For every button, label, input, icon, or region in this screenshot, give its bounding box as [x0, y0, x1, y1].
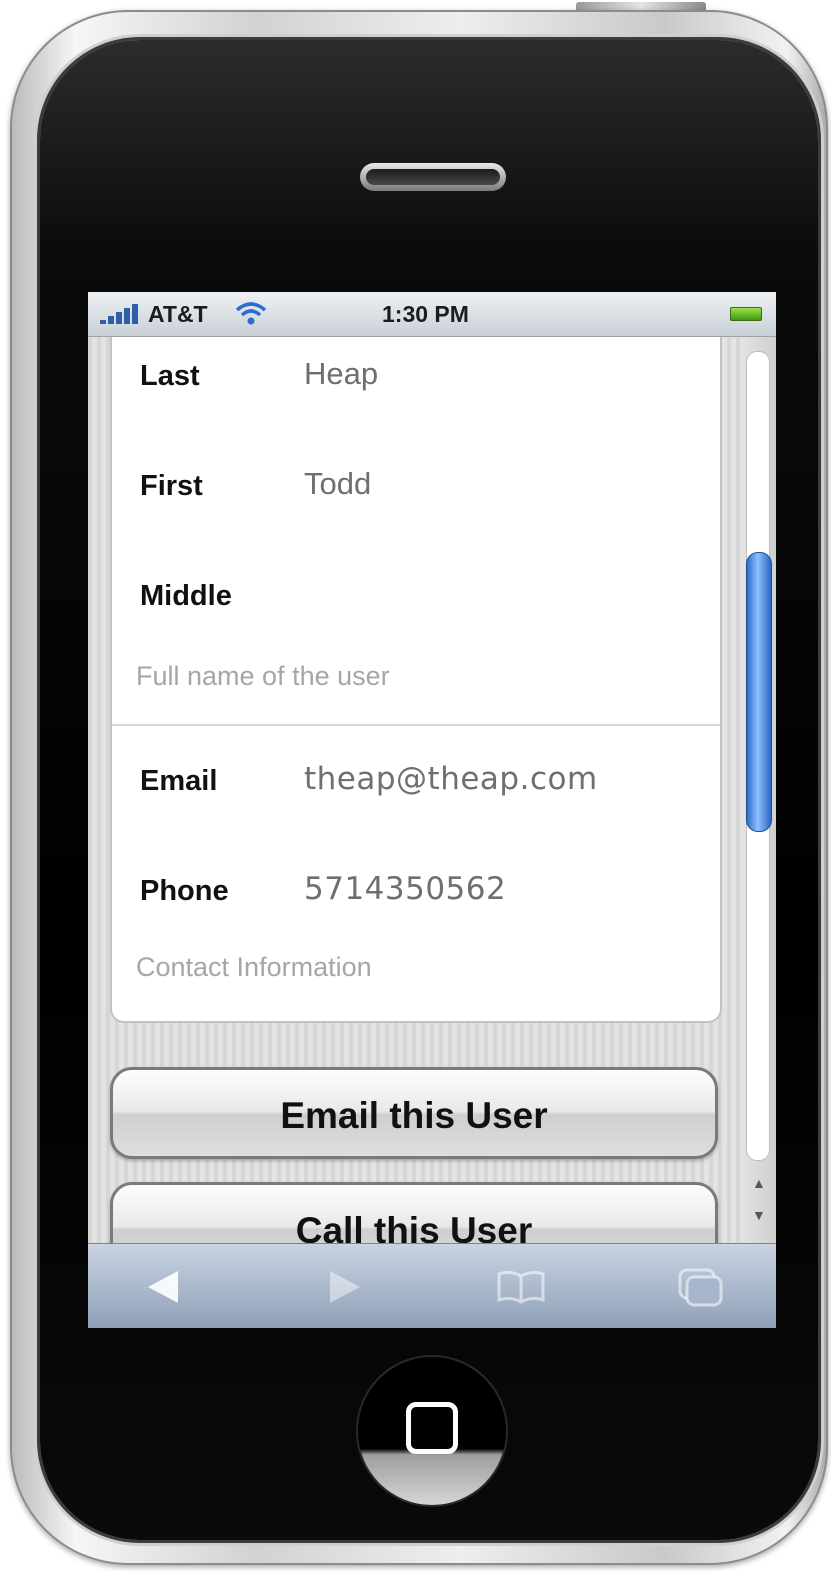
carrier-name: AT&T — [148, 301, 208, 327]
status-bar: AT&T 1:30 PM — [88, 292, 776, 337]
scrollbar-thumb[interactable] — [746, 552, 772, 832]
field-row-first[interactable]: First Todd — [112, 456, 720, 516]
back-arrow-icon[interactable] — [146, 1269, 180, 1305]
field-value[interactable]: 5714350562 — [304, 871, 506, 907]
field-row-last[interactable]: Last Heap — [112, 346, 720, 406]
field-row-middle[interactable]: Middle — [112, 566, 720, 626]
field-label: First — [140, 470, 203, 502]
section-caption-contact: Contact Information — [136, 952, 372, 982]
signal-strength-icon — [100, 304, 144, 324]
status-time: 1:30 PM — [382, 301, 469, 327]
user-details-card: Last Heap First Todd Middle Full name of… — [110, 337, 722, 1023]
field-row-email[interactable]: Email theap@theap.com — [112, 751, 720, 811]
field-label: Phone — [140, 875, 229, 907]
battery-icon — [730, 307, 762, 321]
section-caption-name: Full name of the user — [136, 661, 390, 691]
home-square-icon — [406, 1402, 458, 1454]
scrollbar[interactable]: ▲ ▼ — [740, 337, 776, 1243]
scroll-up-arrow-icon[interactable]: ▲ — [752, 1175, 766, 1191]
scroll-content[interactable]: Last Heap First Todd Middle Full name of… — [88, 337, 776, 1243]
pages-icon[interactable] — [678, 1268, 724, 1308]
home-button[interactable] — [358, 1357, 506, 1505]
browser-toolbar — [88, 1243, 776, 1328]
field-label: Email — [140, 765, 218, 797]
forward-arrow-icon — [330, 1271, 360, 1303]
email-user-button[interactable]: Email this User — [110, 1067, 718, 1159]
section-divider — [112, 724, 720, 726]
scroll-down-arrow-icon[interactable]: ▼ — [752, 1207, 766, 1223]
bookmarks-book-icon[interactable] — [496, 1270, 546, 1304]
field-value[interactable]: Heap — [304, 356, 378, 392]
field-label: Last — [140, 360, 200, 392]
field-row-phone[interactable]: Phone 5714350562 — [112, 861, 720, 921]
wifi-icon — [235, 302, 267, 325]
earpiece-speaker — [360, 163, 506, 191]
field-label: Middle — [140, 580, 232, 612]
field-value[interactable]: Todd — [304, 466, 371, 502]
phone-screen: AT&T 1:30 PM Last Heap First Todd Middle… — [88, 292, 776, 1328]
call-user-button[interactable]: Call this User — [110, 1182, 718, 1243]
field-value[interactable]: theap@theap.com — [304, 761, 598, 797]
